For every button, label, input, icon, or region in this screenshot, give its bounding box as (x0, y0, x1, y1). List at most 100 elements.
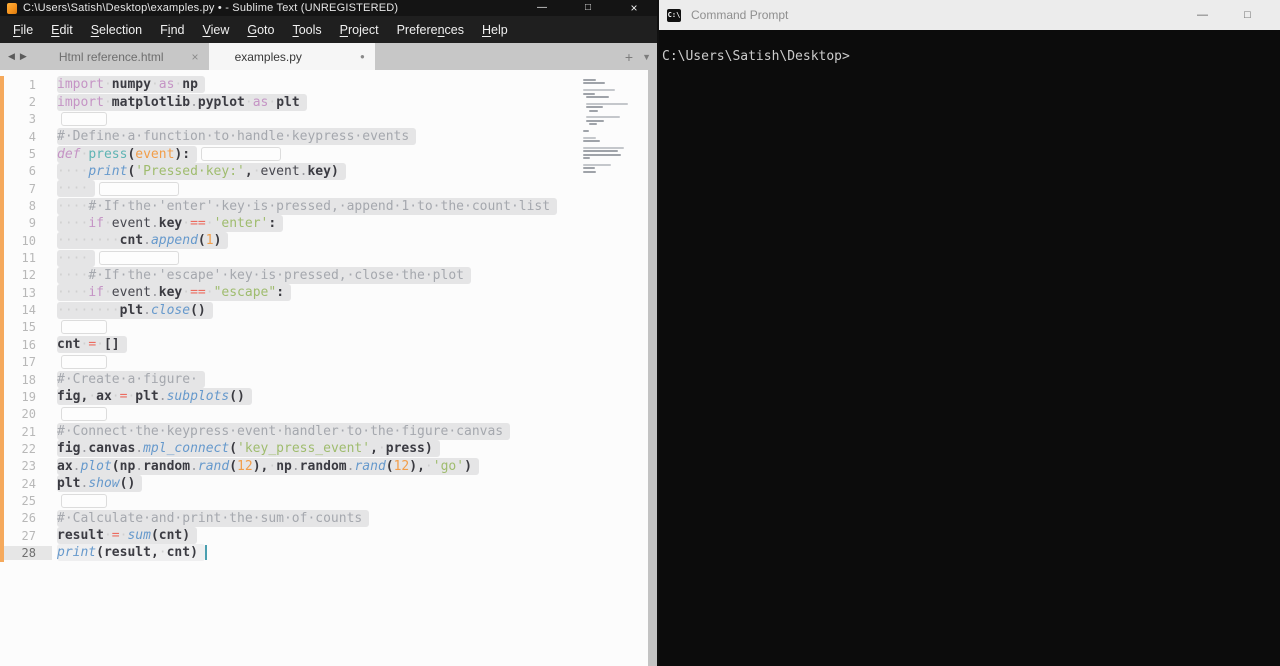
line-number: 22 (21, 441, 36, 456)
selection-highlight: #·Create·a·figure· (57, 371, 205, 389)
menu-item-goto[interactable]: Goto (238, 23, 283, 37)
tab-examples-py[interactable]: examples.py ● (208, 43, 375, 70)
editor-scrollbar[interactable] (648, 70, 657, 666)
tab-nav: ◀ ▶ (0, 43, 33, 70)
sublime-titlebar: C:\Users\Satish\Desktop\examples.py • - … (0, 0, 657, 16)
code-line[interactable]: 12 ····#·If·the·'escape'·key·is·pressed,·… (0, 266, 657, 284)
empty-selection-box (99, 251, 180, 266)
line-number: 4 (28, 129, 36, 144)
minimap-line (588, 123, 597, 126)
code-line[interactable]: 4 #·Define·a·function·to·handle·keypress·… (0, 128, 657, 146)
code-line[interactable]: 6 ····print('Pressed·key:',·event.key) (0, 162, 657, 180)
code-line[interactable]: 26 #·Calculate·and·print·the·sum·of·count… (0, 509, 657, 527)
selection-highlight: ····print('Pressed·key:',·event.key) (57, 162, 346, 180)
tab-modified-icon: ● (359, 52, 365, 61)
code-line[interactable]: 21 #·Connect·the·keypress·event·handler·t… (0, 423, 657, 441)
selection-highlight: ····#·If·the·'escape'·key·is·pressed,·cl… (57, 266, 471, 284)
selection-highlight: import·numpy·as·np (57, 76, 205, 94)
sublime-window: C:\Users\Satish\Desktop\examples.py • - … (0, 0, 657, 666)
code-line[interactable]: 18 #·Create·a·figure· (0, 371, 657, 389)
menu-item-selection[interactable]: Selection (82, 23, 151, 37)
minimap-line (583, 82, 606, 85)
menu-item-help[interactable]: Help (473, 23, 517, 37)
terminal-prompt: C:\Users\Satish\Desktop> (662, 49, 850, 64)
editor-scrollbar-thumb[interactable] (648, 70, 657, 666)
selection-highlight: plt.show() (57, 475, 143, 493)
maximize-icon[interactable]: □ (1225, 0, 1270, 30)
selection-highlight: cnt·=·[] (57, 336, 127, 354)
code-line[interactable]: 7 ···· (0, 180, 657, 198)
code-line[interactable]: 25 (0, 492, 657, 509)
minimize-icon[interactable]: — (1180, 0, 1225, 30)
code-line[interactable]: 28 print(result,·cnt) (0, 544, 657, 562)
minimap-line (583, 113, 645, 115)
minimap-line (583, 126, 645, 128)
empty-selection-box (61, 407, 107, 422)
code-line[interactable]: 13 ····if·event.key·==·"escape": (0, 284, 657, 302)
line-content: import·matplotlib.pyplot·as·plt (57, 93, 307, 111)
line-number: 21 (21, 424, 36, 439)
code-line[interactable]: 1 import·numpy·as·np (0, 76, 657, 94)
cmd-window-title: Command Prompt (691, 8, 789, 22)
code-line[interactable]: 5 def·press(event): (0, 145, 657, 163)
code-line[interactable]: 24 plt.show() (0, 475, 657, 493)
menu-item-file[interactable]: File (4, 23, 42, 37)
line-number: 5 (28, 147, 36, 162)
code-line[interactable]: 2 import·matplotlib.pyplot·as·plt (0, 93, 657, 111)
minimap[interactable] (583, 79, 645, 174)
menu-item-view[interactable]: View (193, 23, 238, 37)
maximize-icon[interactable]: □ (565, 0, 611, 16)
code-line[interactable]: 11 ···· (0, 249, 657, 267)
selection-highlight: ···· (57, 249, 96, 267)
code-line[interactable]: 19 fig,·ax·=·plt.subplots() (0, 388, 657, 406)
tab-html-reference-html[interactable]: Html reference.html × (33, 43, 209, 70)
nav-forward-icon[interactable]: ▶ (20, 51, 27, 62)
minimize-icon[interactable]: — (519, 0, 565, 16)
menu-item-tools[interactable]: Tools (283, 23, 330, 37)
line-content: ····#·If·the·'escape'·key·is·pressed,·cl… (57, 266, 471, 284)
code-line[interactable]: 14 ········plt.close() (0, 301, 657, 319)
code-line[interactable]: 22 fig.canvas.mpl_connect('key_press_even… (0, 440, 657, 458)
line-content: def·press(event): (57, 145, 282, 163)
code-line[interactable]: 23 ax.plot(np.random.rand(12),·np.random.… (0, 457, 657, 475)
tab-overflow-icon[interactable]: ▼ (642, 52, 651, 62)
tab-close-icon[interactable]: × (164, 50, 199, 64)
new-tab-icon[interactable]: + (625, 49, 633, 65)
close-icon[interactable]: × (611, 0, 657, 16)
menu-item-edit[interactable]: Edit (42, 23, 82, 37)
minimap-line (585, 119, 604, 122)
line-number: 18 (21, 372, 36, 387)
selection-highlight: #·Calculate·and·print·the·sum·of·counts (57, 509, 370, 527)
code-line[interactable]: 9 ····if·event.key·==·'enter': (0, 214, 657, 232)
menu-item-find[interactable]: Find (151, 23, 193, 37)
line-number: 19 (21, 389, 36, 404)
selection-highlight: #·Connect·the·keypress·event·handler·to·… (57, 423, 511, 441)
menu-item-project[interactable]: Project (331, 23, 388, 37)
line-content: #·Create·a·figure· (57, 371, 205, 389)
code-line[interactable]: 16 cnt·=·[] (0, 336, 657, 354)
menu-item-preferences[interactable]: Preferences (388, 23, 473, 37)
line-number: 28 (0, 545, 52, 560)
tabs: Html reference.html × examples.py ● (33, 43, 375, 70)
code-line[interactable]: 3 (0, 111, 657, 128)
line-content (57, 320, 107, 335)
code-line[interactable]: 27 result·=·sum(cnt) (0, 527, 657, 545)
terminal-area[interactable]: C:\Users\Satish\Desktop> (659, 30, 1280, 65)
line-content: ···· (57, 249, 180, 267)
tabbar-right-controls: + ▼ (625, 43, 651, 70)
code-line[interactable]: 8 ····#·If·the·'enter'·key·is·pressed,·ap… (0, 197, 657, 215)
code-line[interactable]: 15 (0, 319, 657, 336)
minimap-line (583, 146, 625, 149)
empty-selection-box (61, 112, 107, 127)
code-editor[interactable]: 1 import·numpy·as·np 2 import·matplotlib.py… (0, 70, 657, 666)
line-content: ········cnt.append(1) (57, 232, 229, 250)
minimap-line (583, 167, 596, 170)
line-content (57, 112, 107, 127)
code-line[interactable]: 20 (0, 406, 657, 423)
line-number: 24 (21, 476, 36, 491)
nav-back-icon[interactable]: ◀ (8, 51, 15, 62)
code-line[interactable]: 17 (0, 354, 657, 371)
code-line[interactable]: 10 ········cnt.append(1) (0, 232, 657, 250)
cmd-icon: C:\ (667, 8, 681, 22)
line-number: 3 (28, 112, 36, 127)
